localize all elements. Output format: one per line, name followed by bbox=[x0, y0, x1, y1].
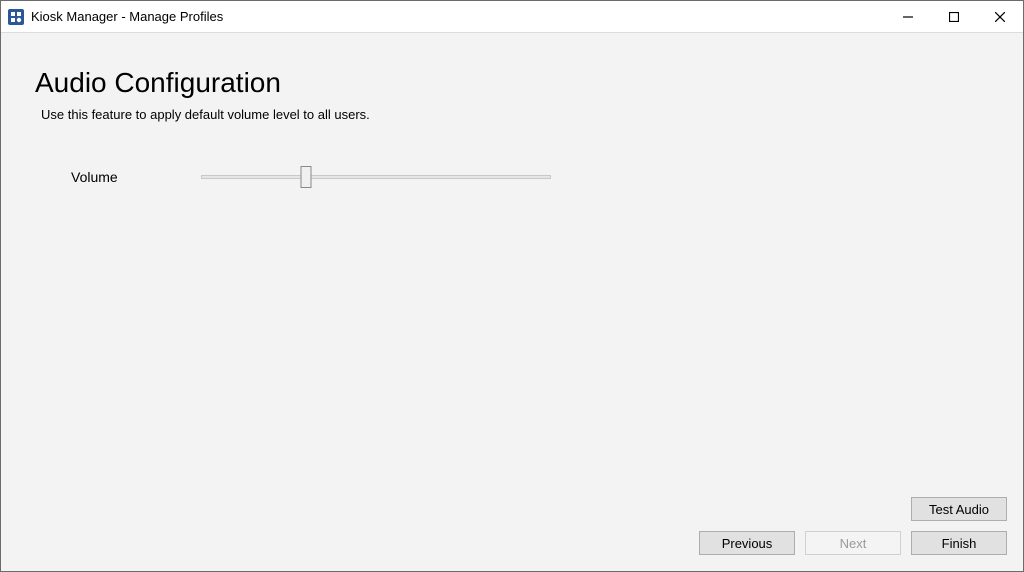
maximize-button[interactable] bbox=[931, 1, 977, 32]
next-button: Next bbox=[805, 531, 901, 555]
titlebar: Kiosk Manager - Manage Profiles bbox=[1, 1, 1023, 33]
footer-buttons: Test Audio Previous Next Finish bbox=[699, 497, 1007, 555]
volume-label: Volume bbox=[71, 169, 201, 185]
close-button[interactable] bbox=[977, 1, 1023, 32]
volume-row: Volume bbox=[71, 166, 989, 188]
previous-button[interactable]: Previous bbox=[699, 531, 795, 555]
minimize-button[interactable] bbox=[885, 1, 931, 32]
window-controls bbox=[885, 1, 1023, 32]
window-title: Kiosk Manager - Manage Profiles bbox=[31, 9, 885, 24]
volume-slider[interactable] bbox=[201, 166, 551, 188]
finish-button[interactable]: Finish bbox=[911, 531, 1007, 555]
test-audio-button[interactable]: Test Audio bbox=[911, 497, 1007, 521]
page-title: Audio Configuration bbox=[35, 67, 989, 99]
content-area: Audio Configuration Use this feature to … bbox=[1, 33, 1023, 571]
page-subtitle: Use this feature to apply default volume… bbox=[41, 107, 989, 122]
app-window: Kiosk Manager - Manage Profiles Audio Co… bbox=[0, 0, 1024, 572]
app-icon bbox=[7, 8, 25, 26]
slider-thumb[interactable] bbox=[301, 166, 312, 188]
slider-track bbox=[201, 175, 551, 179]
